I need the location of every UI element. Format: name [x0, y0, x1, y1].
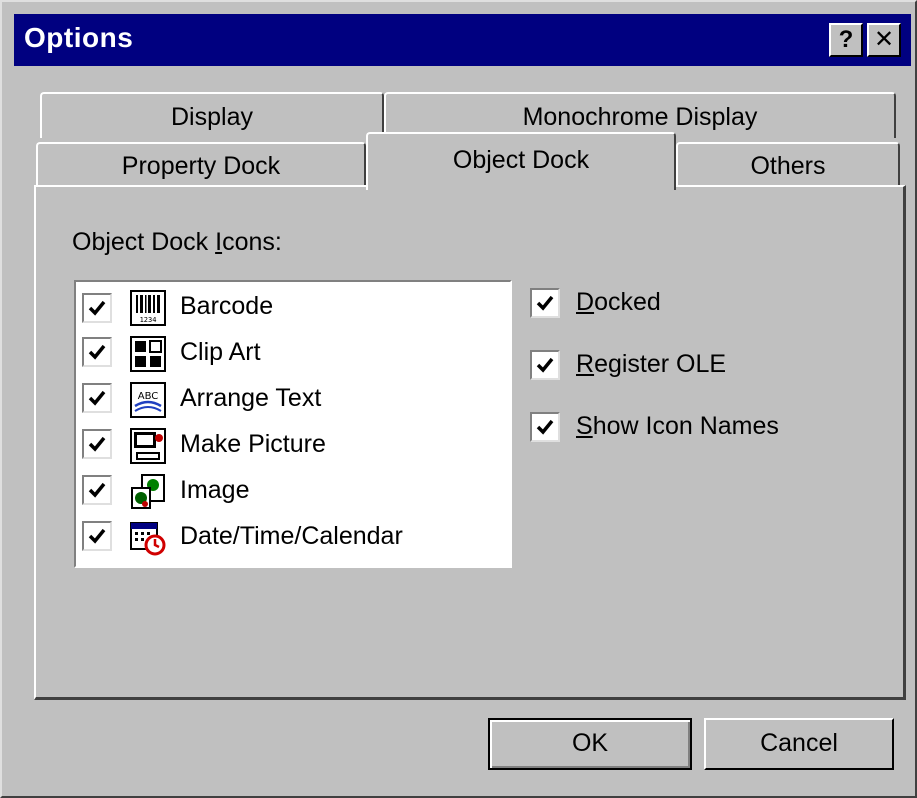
- docked-option[interactable]: Docked: [530, 284, 850, 324]
- close-button[interactable]: ✕: [867, 23, 901, 57]
- tab-display[interactable]: Display: [40, 92, 384, 138]
- show-icon-names-checkbox[interactable]: [530, 412, 560, 442]
- list-item-label: Barcode: [180, 292, 274, 320]
- register-ole-option[interactable]: Register OLE: [530, 346, 850, 386]
- make-picture-checkbox[interactable]: [82, 429, 112, 459]
- barcode-icon: 1234: [130, 290, 166, 326]
- list-item-label: Image: [180, 476, 250, 504]
- arrange-text-icon: ABC: [130, 382, 166, 418]
- tab-property-dock[interactable]: Property Dock: [36, 142, 366, 187]
- list-item-label: Clip Art: [180, 338, 261, 366]
- docked-label: Docked: [576, 288, 661, 316]
- list-item-label: Make Picture: [180, 430, 326, 458]
- image-checkbox[interactable]: [82, 475, 112, 505]
- list-item[interactable]: Image: [80, 470, 500, 514]
- show-icon-names-label: Show Icon Names: [576, 412, 779, 440]
- list-item-label: Arrange Text: [180, 384, 322, 412]
- list-item-label: Date/Time/Calendar: [180, 522, 403, 550]
- tab-object-dock[interactable]: Object Dock: [366, 132, 676, 190]
- show-icon-names-option[interactable]: Show Icon Names: [530, 408, 850, 448]
- svg-text:1234: 1234: [140, 316, 157, 324]
- clip-art-checkbox[interactable]: [82, 337, 112, 367]
- list-item[interactable]: Make Picture: [80, 424, 500, 468]
- date-time-calendar-checkbox[interactable]: [82, 521, 112, 551]
- image-icon: [131, 474, 165, 509]
- barcode-checkbox[interactable]: [82, 293, 112, 323]
- title-bar: Options ? ✕: [14, 14, 911, 66]
- make-picture-icon: [130, 428, 166, 464]
- register-ole-checkbox[interactable]: [530, 350, 560, 380]
- object-dock-icons-label: Object Dock Icons:: [72, 228, 282, 256]
- cancel-button[interactable]: Cancel: [704, 718, 894, 770]
- svg-text:ABC: ABC: [138, 391, 159, 402]
- list-item[interactable]: Date/Time/Calendar: [80, 516, 500, 560]
- list-item[interactable]: Clip Art: [80, 332, 500, 376]
- register-ole-label: Register OLE: [576, 350, 727, 378]
- list-item[interactable]: 1234 Barcode: [80, 286, 500, 330]
- options-dialog: Options ? ✕ Display Monochrome Display P…: [0, 0, 917, 798]
- date-time-calendar-icon: [130, 522, 166, 556]
- ok-button[interactable]: OK: [488, 718, 692, 770]
- object-dock-icons-list[interactable]: 1234 Barcode Clip Art ABC Arrange Text M…: [74, 280, 512, 568]
- window-title: Options: [24, 22, 134, 53]
- list-item[interactable]: ABC Arrange Text: [80, 378, 500, 422]
- arrange-text-checkbox[interactable]: [82, 383, 112, 413]
- help-button[interactable]: ?: [829, 23, 863, 57]
- tab-others[interactable]: Others: [676, 142, 900, 187]
- clip-art-icon: [130, 336, 166, 372]
- docked-checkbox[interactable]: [530, 288, 560, 318]
